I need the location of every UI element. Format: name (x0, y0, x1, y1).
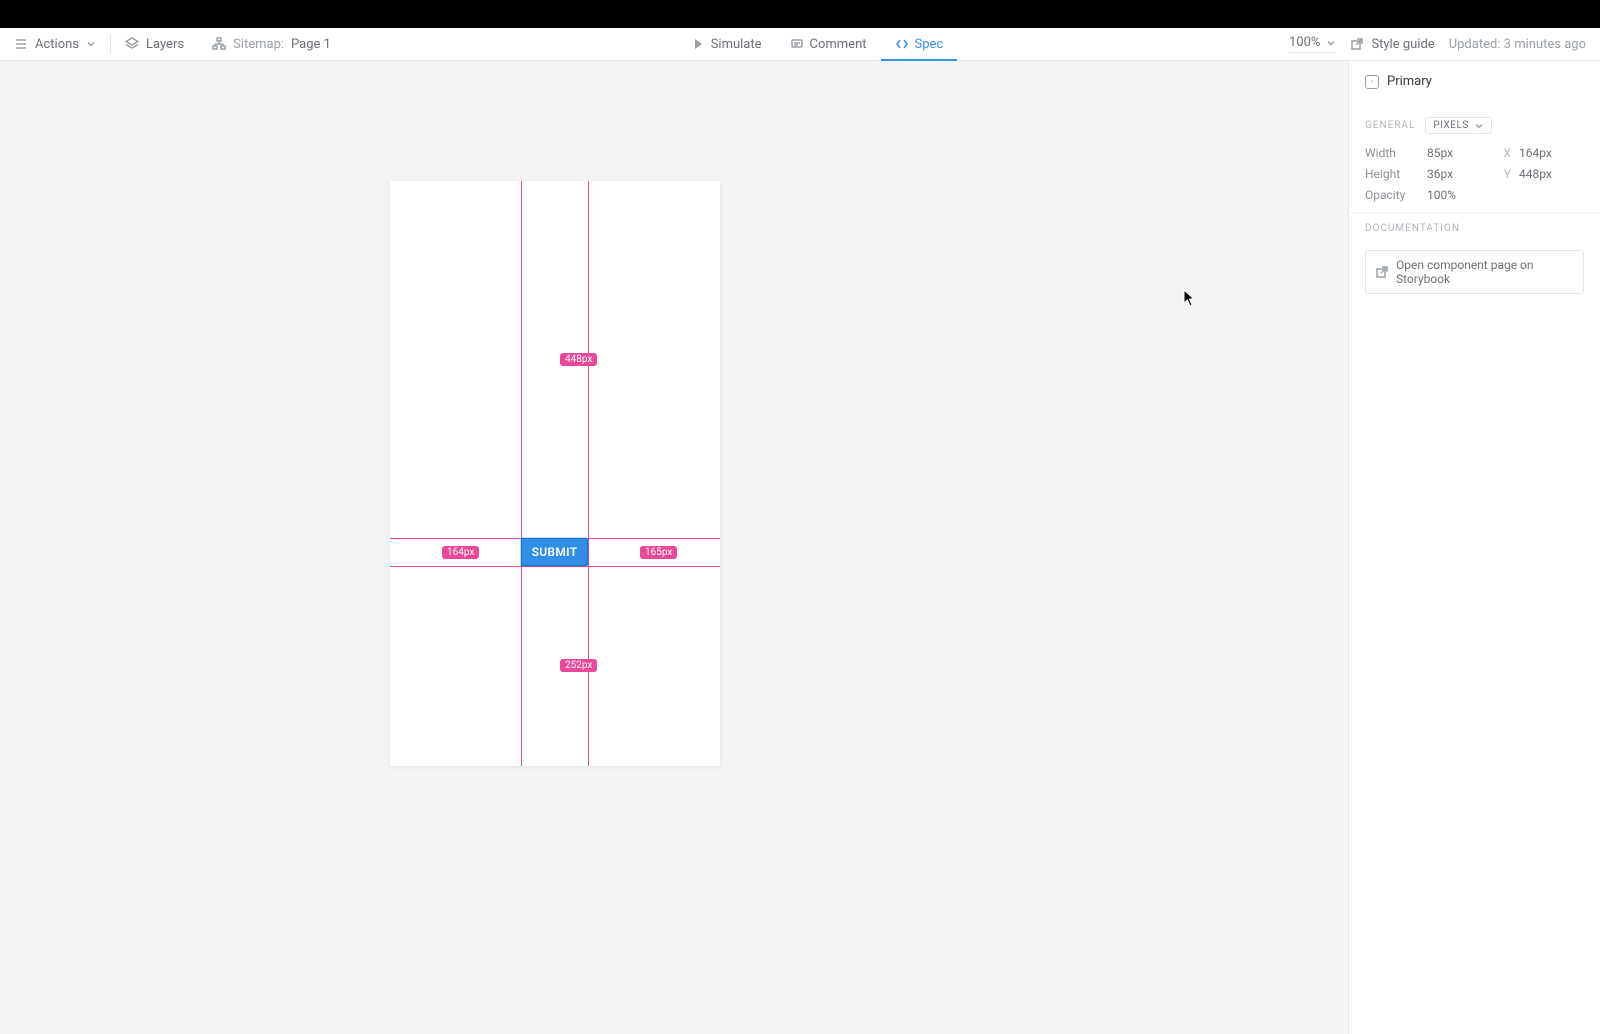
tab-comment-label: Comment (810, 37, 867, 52)
comment-icon (790, 37, 804, 51)
submit-button[interactable]: SUBMIT (521, 538, 588, 566)
canvas-area[interactable]: 448px 164px 165px 252px SUBMIT (0, 61, 1348, 1034)
spec-dimensions: Width 85px X 164px Height 36px Y 448px O… (1349, 142, 1600, 212)
opacity-value: 100% (1427, 188, 1487, 202)
window-titlebar (0, 0, 1600, 28)
cursor-icon (1183, 289, 1195, 307)
measure-left: 164px (442, 546, 479, 559)
actions-label: Actions (35, 37, 79, 52)
inspector-title-row: ▫ Primary (1349, 61, 1600, 99)
updated-timestamp: Updated: 3 minutes ago (1449, 37, 1586, 52)
menu-icon (14, 37, 28, 51)
height-value: 36px (1427, 167, 1487, 181)
tab-comment[interactable]: Comment (776, 28, 881, 60)
guide-vertical-left (521, 181, 522, 766)
chevron-down-icon (86, 39, 96, 49)
toolbar-left-group: Actions Layers Sitemap: Page 1 (0, 28, 345, 60)
component-badge-icon: ▫ (1365, 75, 1379, 89)
sitemap-page-name: Page 1 (291, 37, 331, 52)
y-label: Y (1493, 167, 1513, 181)
play-icon (691, 37, 705, 51)
toolbar-right-group: 100% Style guide Updated: 3 minutes ago (1289, 28, 1600, 60)
section-general-label: GENERAL (1365, 120, 1415, 131)
artboard[interactable]: 448px 164px 165px 252px SUBMIT (390, 181, 720, 766)
x-label: X (1493, 146, 1513, 160)
tab-spec-label: Spec (915, 37, 944, 52)
measure-right: 165px (640, 546, 677, 559)
inspector-element-name: Primary (1387, 74, 1432, 89)
layers-icon (125, 37, 139, 51)
layers-button[interactable]: Layers (111, 28, 198, 60)
units-label: PIXELS (1433, 120, 1468, 131)
opacity-label: Opacity (1365, 188, 1421, 202)
actions-menu[interactable]: Actions (0, 28, 110, 60)
x-value: 164px (1519, 146, 1584, 160)
width-label: Width (1365, 146, 1421, 160)
open-storybook-label: Open component page on Storybook (1396, 258, 1574, 286)
external-link-icon (1375, 265, 1389, 279)
chevron-down-icon (1474, 121, 1484, 131)
app-toolbar: Actions Layers Sitemap: Page 1 Simulate (0, 28, 1600, 61)
open-storybook-button[interactable]: Open component page on Storybook (1365, 250, 1584, 294)
toolbar-center-tabs: Simulate Comment Spec (345, 28, 1289, 60)
sitemap-label: Sitemap: (233, 37, 284, 52)
workspace: 448px 164px 165px 252px SUBMIT ▫ Primary… (0, 61, 1600, 1034)
measure-top: 448px (560, 353, 597, 366)
tab-simulate-label: Simulate (711, 37, 762, 52)
guide-vertical-right (588, 181, 589, 766)
section-documentation-label: DOCUMENTATION (1365, 223, 1460, 234)
inspector-panel: ▫ Primary GENERAL PIXELS Width 85px X 16… (1348, 61, 1600, 1034)
measure-bottom: 252px (560, 659, 597, 672)
section-general: GENERAL PIXELS (1349, 99, 1600, 142)
chevron-down-icon (1326, 38, 1336, 48)
zoom-dropdown[interactable]: 100% (1289, 35, 1336, 53)
spec-icon (895, 37, 909, 51)
tab-spec[interactable]: Spec (881, 28, 958, 60)
tab-simulate[interactable]: Simulate (677, 28, 776, 60)
sitemap-button[interactable]: Sitemap: Page 1 (198, 28, 345, 60)
zoom-value: 100% (1289, 35, 1320, 50)
layers-label: Layers (146, 37, 184, 52)
guide-horizontal-bottom (390, 566, 720, 567)
y-value: 448px (1519, 167, 1584, 181)
height-label: Height (1365, 167, 1421, 181)
units-dropdown[interactable]: PIXELS (1425, 117, 1491, 134)
style-guide-button[interactable]: Style guide (1350, 28, 1434, 60)
style-guide-label: Style guide (1371, 37, 1434, 52)
section-documentation: DOCUMENTATION (1349, 212, 1600, 242)
external-link-icon (1350, 37, 1364, 51)
sitemap-icon (212, 37, 226, 51)
width-value: 85px (1427, 146, 1487, 160)
